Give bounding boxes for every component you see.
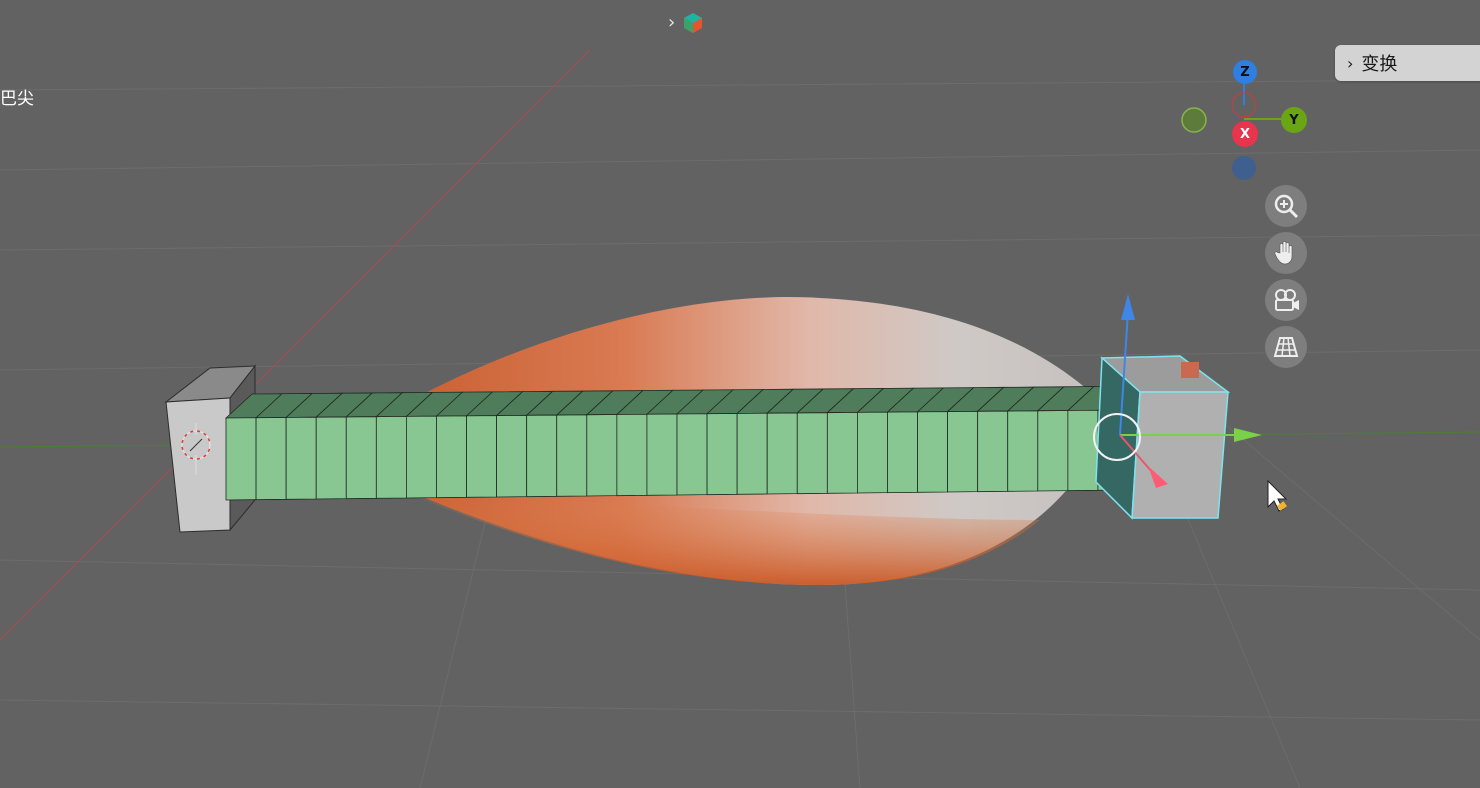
- bar-segment-front: [255, 417, 287, 501]
- zoom-icon: [1274, 194, 1299, 219]
- selected-cube[interactable]: [1095, 355, 1231, 520]
- bar-segment-front: [736, 412, 768, 495]
- gizmo-y-axis[interactable]: Y: [1281, 107, 1307, 133]
- bar-segment-front: [646, 413, 678, 496]
- bar-segment-front: [345, 416, 377, 500]
- bar-segment-front: [436, 415, 467, 499]
- bar-segment-front: [405, 415, 437, 499]
- bar-segment-front: [225, 417, 257, 501]
- bar-segment-front: [857, 411, 888, 494]
- gizmo-z-axis[interactable]: Z: [1233, 60, 1257, 84]
- pan-button[interactable]: [1265, 232, 1307, 274]
- bar-segment-front: [706, 413, 738, 496]
- perspective-toggle-button[interactable]: [1265, 326, 1307, 368]
- bar-segment-front: [947, 410, 979, 493]
- mouse-cursor-icon: [1267, 479, 1288, 512]
- segmented-bar-mesh[interactable]: [224, 385, 1156, 501]
- bar-segment-front: [285, 416, 317, 500]
- bar-segment-front: [917, 411, 948, 493]
- chevron-right-icon: ›: [1347, 53, 1354, 73]
- bar-segment-front: [315, 416, 347, 500]
- bar-segment-front: [586, 414, 618, 497]
- gizmo-x-axis[interactable]: X: [1232, 121, 1258, 147]
- bar-segment-front: [496, 414, 528, 498]
- transform-panel-tab[interactable]: › 变换: [1335, 45, 1480, 81]
- transform-panel-label: 变换: [1361, 54, 1398, 75]
- bar-segment-front: [887, 411, 918, 494]
- object-data-icon: [684, 13, 703, 33]
- object-name-label: 巴尖: [0, 89, 34, 109]
- bar-segment-front: [375, 415, 407, 499]
- bar-segment-front: [526, 414, 558, 498]
- bar-segment-front: [676, 413, 708, 496]
- zoom-button[interactable]: [1265, 185, 1307, 227]
- bar-segment-front: [616, 413, 648, 497]
- chevron-right-icon: ›: [668, 12, 676, 33]
- bar-segment-front: [1007, 410, 1039, 492]
- bar-segment-front: [766, 412, 798, 495]
- bar-segment-front: [796, 412, 828, 495]
- hand-pan-icon: [1274, 241, 1293, 265]
- bar-segment-front: [1067, 409, 1099, 492]
- bar-segment-front: [1037, 410, 1069, 492]
- bar-segment-front: [466, 415, 498, 498]
- bar-segment-front: [977, 410, 1009, 493]
- camera-view-icon: [1275, 289, 1299, 311]
- bar-segment-front: [556, 414, 588, 497]
- bar-segment-front: [826, 411, 858, 494]
- perspective-grid-icon: [1273, 337, 1299, 357]
- breadcrumb[interactable]: ›: [668, 10, 705, 36]
- camera-view-button[interactable]: [1265, 279, 1307, 321]
- x-axis-line: [0, 49, 591, 641]
